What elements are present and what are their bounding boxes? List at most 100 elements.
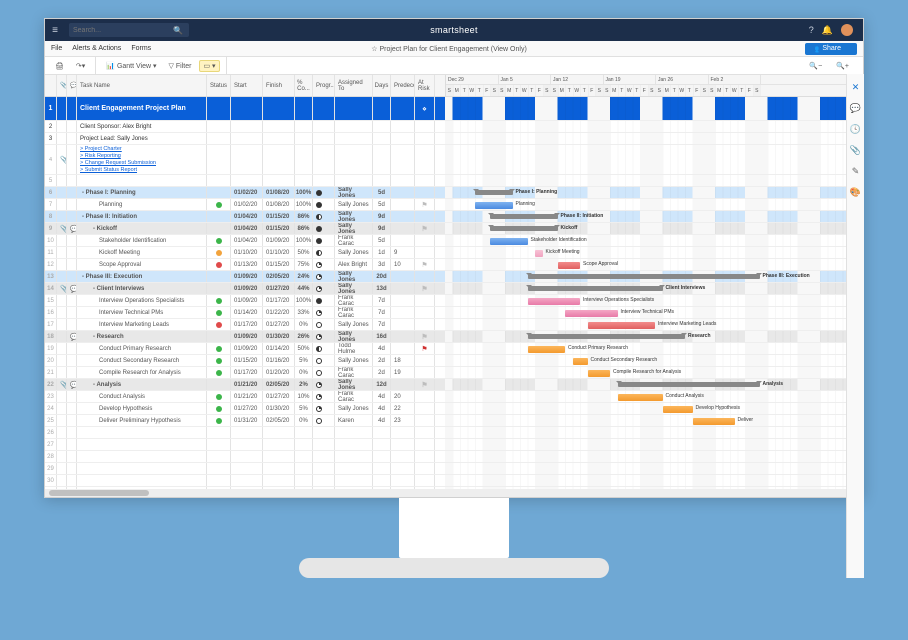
pct-cell[interactable]: 33% (295, 307, 313, 318)
view-selector[interactable]: 📊 Gantt View ▾ (102, 60, 160, 72)
start-cell[interactable]: 01/09/20 (231, 295, 263, 306)
risk-cell[interactable]: ⚑ (415, 379, 435, 390)
cell[interactable]: Client Sponsor: Alex Bright (77, 121, 207, 132)
pred-cell[interactable]: 10 (391, 259, 415, 270)
blank-row[interactable]: 27 (45, 439, 863, 451)
assign-cell[interactable]: Karen (335, 415, 373, 426)
progress-cell[interactable] (313, 295, 335, 306)
assign-cell[interactable]: Sally Jones (335, 355, 373, 366)
gantt-bar[interactable]: Stakeholder Identification (490, 238, 528, 245)
task-cell[interactable]: Conduct Primary Research (77, 343, 207, 354)
pct-cell[interactable]: 100% (295, 199, 313, 210)
finish-cell[interactable]: 01/17/20 (263, 295, 295, 306)
days-cell[interactable]: 1d (373, 247, 391, 258)
assign-cell[interactable]: Frank Carac (335, 235, 373, 246)
status-cell[interactable] (207, 187, 231, 198)
share-button[interactable]: 👥 Share (805, 43, 857, 55)
start-cell[interactable]: 01/14/20 (231, 307, 263, 318)
risk-cell[interactable]: ⚑ (415, 259, 435, 270)
assign-cell[interactable]: Frank Carac (335, 295, 373, 306)
task-cell[interactable]: - Analysis (77, 379, 207, 390)
discussion-icon[interactable]: 💬 (70, 333, 77, 341)
pct-cell[interactable]: 100% (295, 235, 313, 246)
gantt-bar[interactable]: Kickoff Meeting (535, 250, 543, 257)
data-row[interactable]: 15 Interview Operations Specialists 01/0… (45, 295, 863, 307)
gantt-lane[interactable]: Develop Hypothesis (445, 403, 863, 414)
finish-cell[interactable]: 01/22/20 (263, 307, 295, 318)
sponsor-row[interactable]: 2 Client Sponsor: Alex Bright (45, 121, 863, 133)
link[interactable]: > Change Request Submission (80, 160, 203, 167)
search-icon[interactable]: 🔍 (173, 26, 183, 35)
horizontal-scrollbar[interactable] (45, 489, 863, 497)
gantt-lane[interactable]: Phase I: Planning (445, 187, 863, 198)
status-cell[interactable] (207, 343, 231, 354)
zoom-in-icon[interactable]: 🔍+ (832, 60, 853, 72)
assign-cell[interactable]: Frank Carac (335, 391, 373, 402)
rail-attachments-icon[interactable]: 📎 (850, 145, 861, 156)
risk-cell[interactable] (415, 271, 435, 282)
c[interactable] (77, 463, 207, 474)
start-cell[interactable]: 01/17/20 (231, 367, 263, 378)
risk-cell[interactable] (415, 211, 435, 222)
finish-cell[interactable]: 01/27/20 (263, 319, 295, 330)
gantt-lane[interactable]: Compile Research for Analysis (445, 367, 863, 378)
title-row[interactable]: 1 Client Engagement Project Plan ⋄ (45, 97, 863, 121)
risk-cell[interactable]: ⚑ (415, 223, 435, 234)
data-row[interactable]: 20 Conduct Secondary Research 01/15/20 0… (45, 355, 863, 367)
data-row[interactable]: 17 Interview Marketing Leads 01/17/20 01… (45, 319, 863, 331)
assign-cell[interactable]: Sally Jones (335, 187, 373, 198)
task-cell[interactable]: Scope Approval (77, 259, 207, 270)
status-cell[interactable] (207, 415, 231, 426)
pred-cell[interactable] (391, 343, 415, 354)
status-cell[interactable] (207, 271, 231, 282)
risk-cell[interactable]: ⚑ (415, 343, 435, 354)
col-progress[interactable]: Progr... (313, 75, 335, 96)
days-cell[interactable]: 4d (373, 343, 391, 354)
pct-cell[interactable]: 10% (295, 391, 313, 402)
c[interactable] (77, 427, 207, 438)
task-cell[interactable]: Interview Operations Specialists (77, 295, 207, 306)
task-cell[interactable]: - Phase I: Planning (77, 187, 207, 198)
start-cell[interactable]: 01/09/20 (231, 283, 263, 294)
c[interactable] (77, 439, 207, 450)
data-row[interactable]: 11 Kickoff Meeting 01/10/20 01/10/20 50%… (45, 247, 863, 259)
data-row[interactable]: 24 Develop Hypothesis 01/27/20 01/30/20 … (45, 403, 863, 415)
pct-cell[interactable]: 50% (295, 343, 313, 354)
col-status[interactable]: Status (207, 75, 231, 96)
assign-cell[interactable]: Frank Carac (335, 367, 373, 378)
data-row[interactable]: 7 Planning 01/02/20 01/08/20 100% Sally … (45, 199, 863, 211)
data-row[interactable]: 6 - Phase I: Planning 01/02/20 01/08/20 … (45, 187, 863, 199)
status-cell[interactable] (207, 319, 231, 330)
gantt-lane[interactable]: Client Interviews (445, 283, 863, 294)
progress-cell[interactable] (313, 259, 335, 270)
gantt-bar[interactable]: Research (528, 334, 686, 339)
gantt-bar[interactable]: Kickoff (490, 226, 558, 231)
gantt-lane[interactable]: Analysis (445, 379, 863, 390)
days-cell[interactable]: 20d (373, 271, 391, 282)
progress-cell[interactable] (313, 343, 335, 354)
pred-cell[interactable] (391, 307, 415, 318)
gantt-lane[interactable]: Kickoff Meeting (445, 247, 863, 258)
pct-cell[interactable]: 86% (295, 223, 313, 234)
status-cell[interactable] (207, 211, 231, 222)
task-cell[interactable]: Compile Research for Analysis (77, 367, 207, 378)
finish-cell[interactable]: 01/27/20 (263, 391, 295, 402)
discussion-icon[interactable]: 💬 (70, 381, 77, 389)
days-cell[interactable]: 9d (373, 211, 391, 222)
task-cell[interactable]: - Phase III: Execution (77, 271, 207, 282)
pct-cell[interactable]: 100% (295, 187, 313, 198)
c[interactable] (77, 175, 207, 186)
task-cell[interactable]: Kickoff Meeting (77, 247, 207, 258)
gantt-bar[interactable]: Analysis (618, 382, 760, 387)
pred-cell[interactable] (391, 223, 415, 234)
cell[interactable]: Project Lead: Sally Jones (77, 133, 207, 144)
gantt-lane[interactable]: Phase III: Execution (445, 271, 863, 282)
status-cell[interactable] (207, 355, 231, 366)
finish-cell[interactable]: 01/27/20 (263, 283, 295, 294)
progress-cell[interactable] (313, 367, 335, 378)
bell-icon[interactable]: 🔔 (822, 25, 833, 36)
start-cell[interactable]: 01/09/20 (231, 343, 263, 354)
zoom-out-icon[interactable]: 🔍− (805, 60, 826, 72)
gantt-bar[interactable]: Interview Technical PMs (565, 310, 618, 317)
pct-cell[interactable]: 24% (295, 271, 313, 282)
